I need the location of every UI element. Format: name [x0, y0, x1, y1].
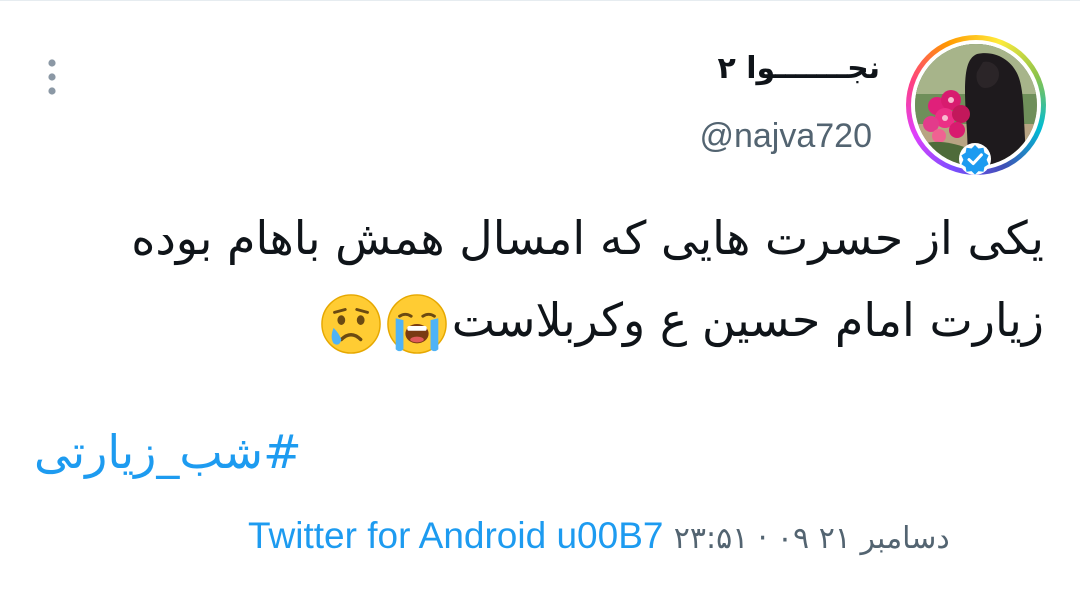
crying-face-icon: [320, 293, 381, 354]
verified-badge-icon: [959, 143, 991, 175]
meta-separator: u00B7: [556, 515, 664, 556]
tweet-timestamp[interactable]: ۲۳:۵۱ · ۰۹ دسامبر ۲۱: [674, 521, 950, 556]
tweet-text: یکی از حسرت هایی که امسال همش باهام بوده…: [24, 197, 1044, 361]
author-display-name[interactable]: نجـــــــوا ۲: [717, 51, 880, 86]
source-link[interactable]: Twitter for Android: [248, 515, 546, 556]
tweet-card: نجـــــــوا ۲ @najva720 یکی از حسرت هایی…: [0, 0, 1080, 592]
loudly-crying-face-icon: [386, 293, 447, 354]
tweet-text-line: زیارت امام حسین ع وکربلاست: [24, 279, 1044, 361]
more-options-button[interactable]: [38, 57, 66, 97]
more-vertical-icon: [48, 59, 56, 95]
tweet-text-segment: زیارت امام حسین ع وکربلاست: [451, 293, 1044, 347]
hashtag-link[interactable]: #شب_زیارتی: [34, 425, 302, 479]
author-handle[interactable]: @najva720: [699, 117, 872, 156]
tweet-meta: Twitter for Android u00B7 ۲۳:۵۱ · ۰۹ دسا…: [248, 515, 950, 557]
tweet-text-line: یکی از حسرت هایی که امسال همش باهام بوده: [131, 211, 1044, 265]
